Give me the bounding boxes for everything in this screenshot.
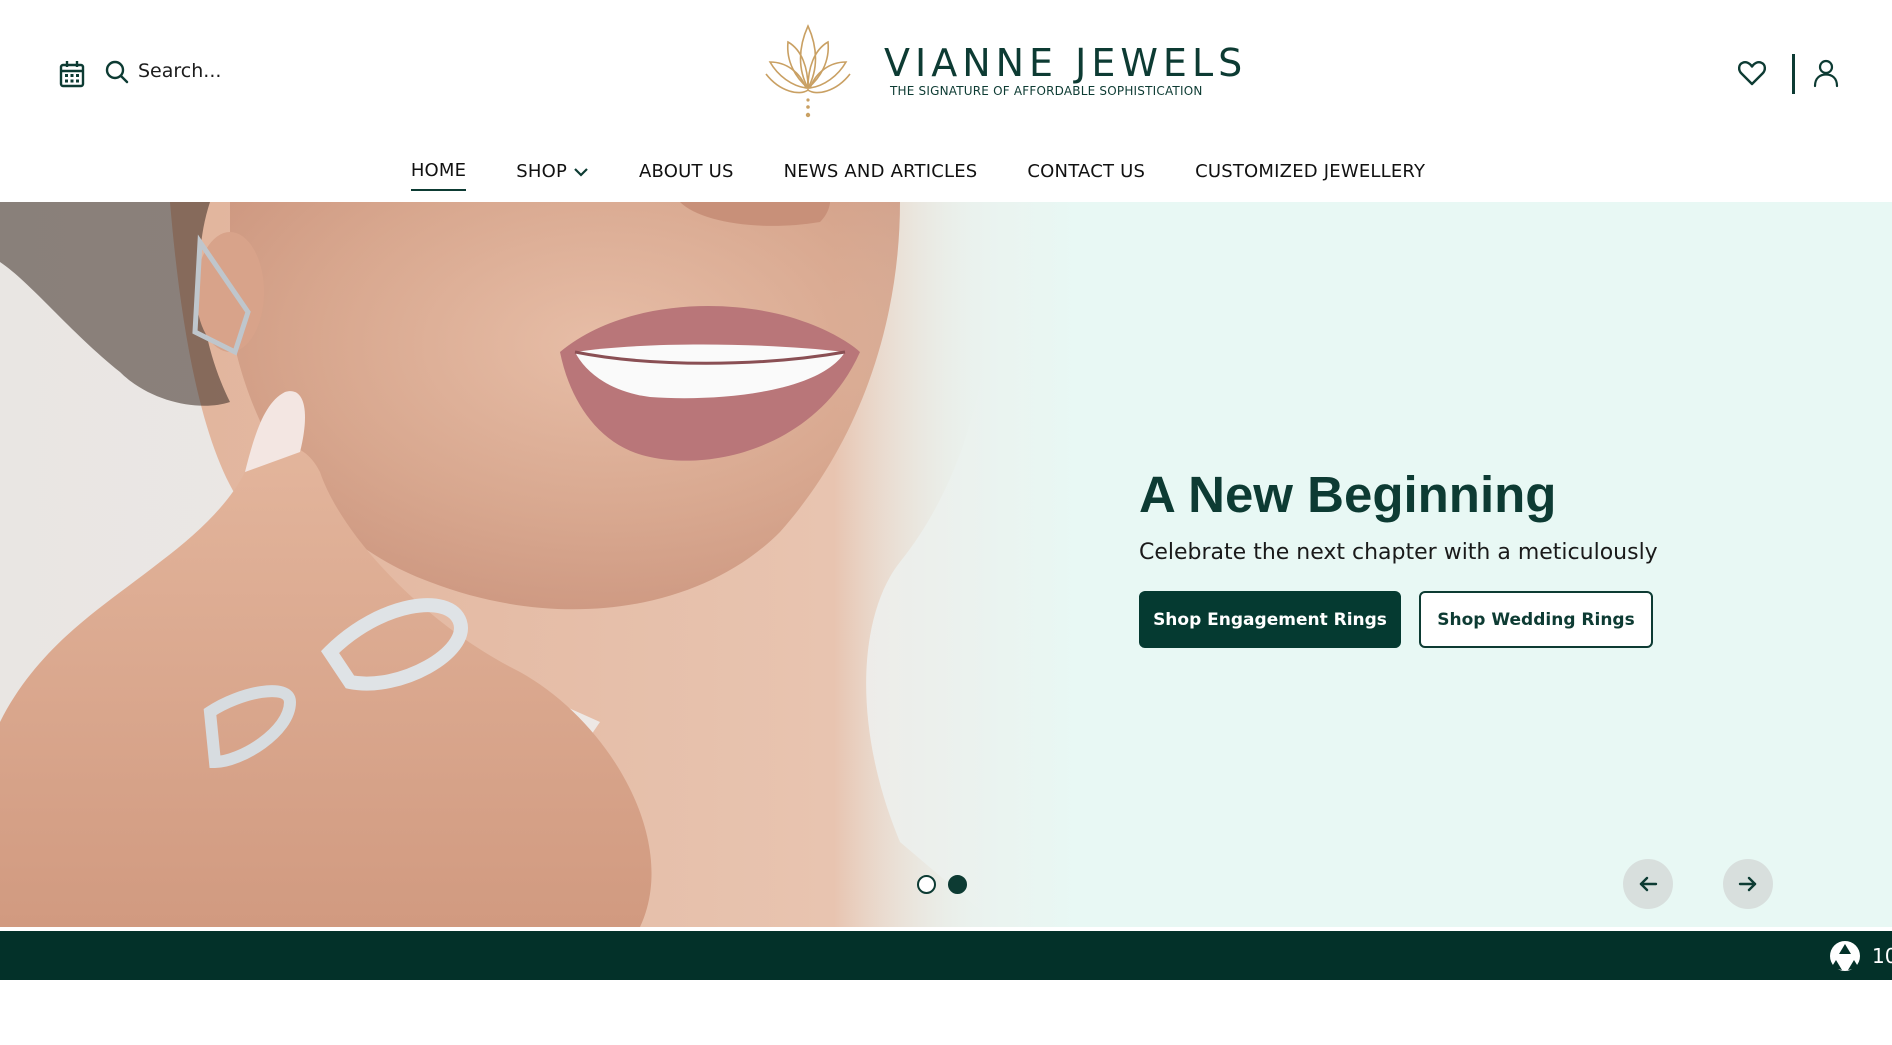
- hero-model-image: [0, 202, 1080, 927]
- lotus-logo-icon: [765, 24, 851, 118]
- arrow-right-icon: [1738, 876, 1757, 892]
- hero-buttons: Shop Engagement Rings Shop Wedding Rings: [1139, 591, 1839, 648]
- announcement-bar: 10: [0, 931, 1892, 980]
- nav-item-home[interactable]: HOME: [410, 156, 467, 191]
- shop-wedding-rings-button[interactable]: Shop Wedding Rings: [1419, 591, 1653, 648]
- hero-content: A New Beginning Celebrate the next chapt…: [1139, 464, 1839, 648]
- announcement-text: 10: [1872, 944, 1892, 968]
- site-header: VIANNE JEWELS THE SIGNATURE OF AFFORDABL…: [0, 0, 1892, 202]
- arrow-left-icon: [1639, 876, 1658, 892]
- slider-dot-1[interactable]: [917, 875, 936, 894]
- slider-prev-button[interactable]: [1623, 859, 1673, 909]
- search-bar[interactable]: [104, 58, 338, 84]
- header-divider: [1792, 54, 1795, 94]
- chevron-down-icon: [574, 167, 588, 177]
- slider-dot-2[interactable]: [948, 875, 967, 894]
- main-nav: HOME SHOP ABOUT US NEWS AND ARTICLES CON…: [0, 156, 1892, 191]
- nav-item-customized-jewellery[interactable]: CUSTOMIZED JEWELLERY: [1195, 157, 1425, 190]
- hero-subtitle: Celebrate the next chapter with a meticu…: [1139, 540, 1658, 565]
- user-icon[interactable]: [1812, 58, 1840, 88]
- recycle-icon: [1830, 941, 1860, 971]
- nav-item-shop[interactable]: SHOP: [516, 157, 589, 190]
- search-icon[interactable]: [104, 58, 130, 84]
- slider-dots: [917, 875, 967, 894]
- nav-item-label: CUSTOMIZED JEWELLERY: [1195, 161, 1426, 182]
- search-input[interactable]: [138, 60, 338, 82]
- nav-item-label: NEWS AND ARTICLES: [783, 161, 978, 182]
- nav-item-contact-us[interactable]: CONTACT US: [1027, 157, 1145, 190]
- brand-tagline: THE SIGNATURE OF AFFORDABLE SOPHISTICATI…: [890, 84, 1203, 98]
- nav-item-about-us[interactable]: ABOUT US: [639, 157, 734, 190]
- hero-title: A New Beginning: [1139, 466, 1557, 523]
- nav-item-label: HOME: [410, 160, 467, 181]
- nav-item-label: CONTACT US: [1027, 161, 1146, 182]
- calendar-icon[interactable]: [59, 60, 85, 88]
- shop-engagement-rings-button[interactable]: Shop Engagement Rings: [1139, 591, 1401, 648]
- slider-next-button[interactable]: [1723, 859, 1773, 909]
- nav-item-label: SHOP: [516, 161, 568, 182]
- brand-name: VIANNE JEWELS: [884, 41, 1248, 85]
- nav-item-news-and-articles[interactable]: NEWS AND ARTICLES: [784, 157, 978, 190]
- brand-logo[interactable]: VIANNE JEWELS THE SIGNATURE OF AFFORDABL…: [760, 18, 1247, 122]
- heart-icon[interactable]: [1737, 58, 1767, 88]
- hero-slider: A New Beginning Celebrate the next chapt…: [0, 202, 1892, 927]
- nav-item-label: ABOUT US: [639, 161, 734, 182]
